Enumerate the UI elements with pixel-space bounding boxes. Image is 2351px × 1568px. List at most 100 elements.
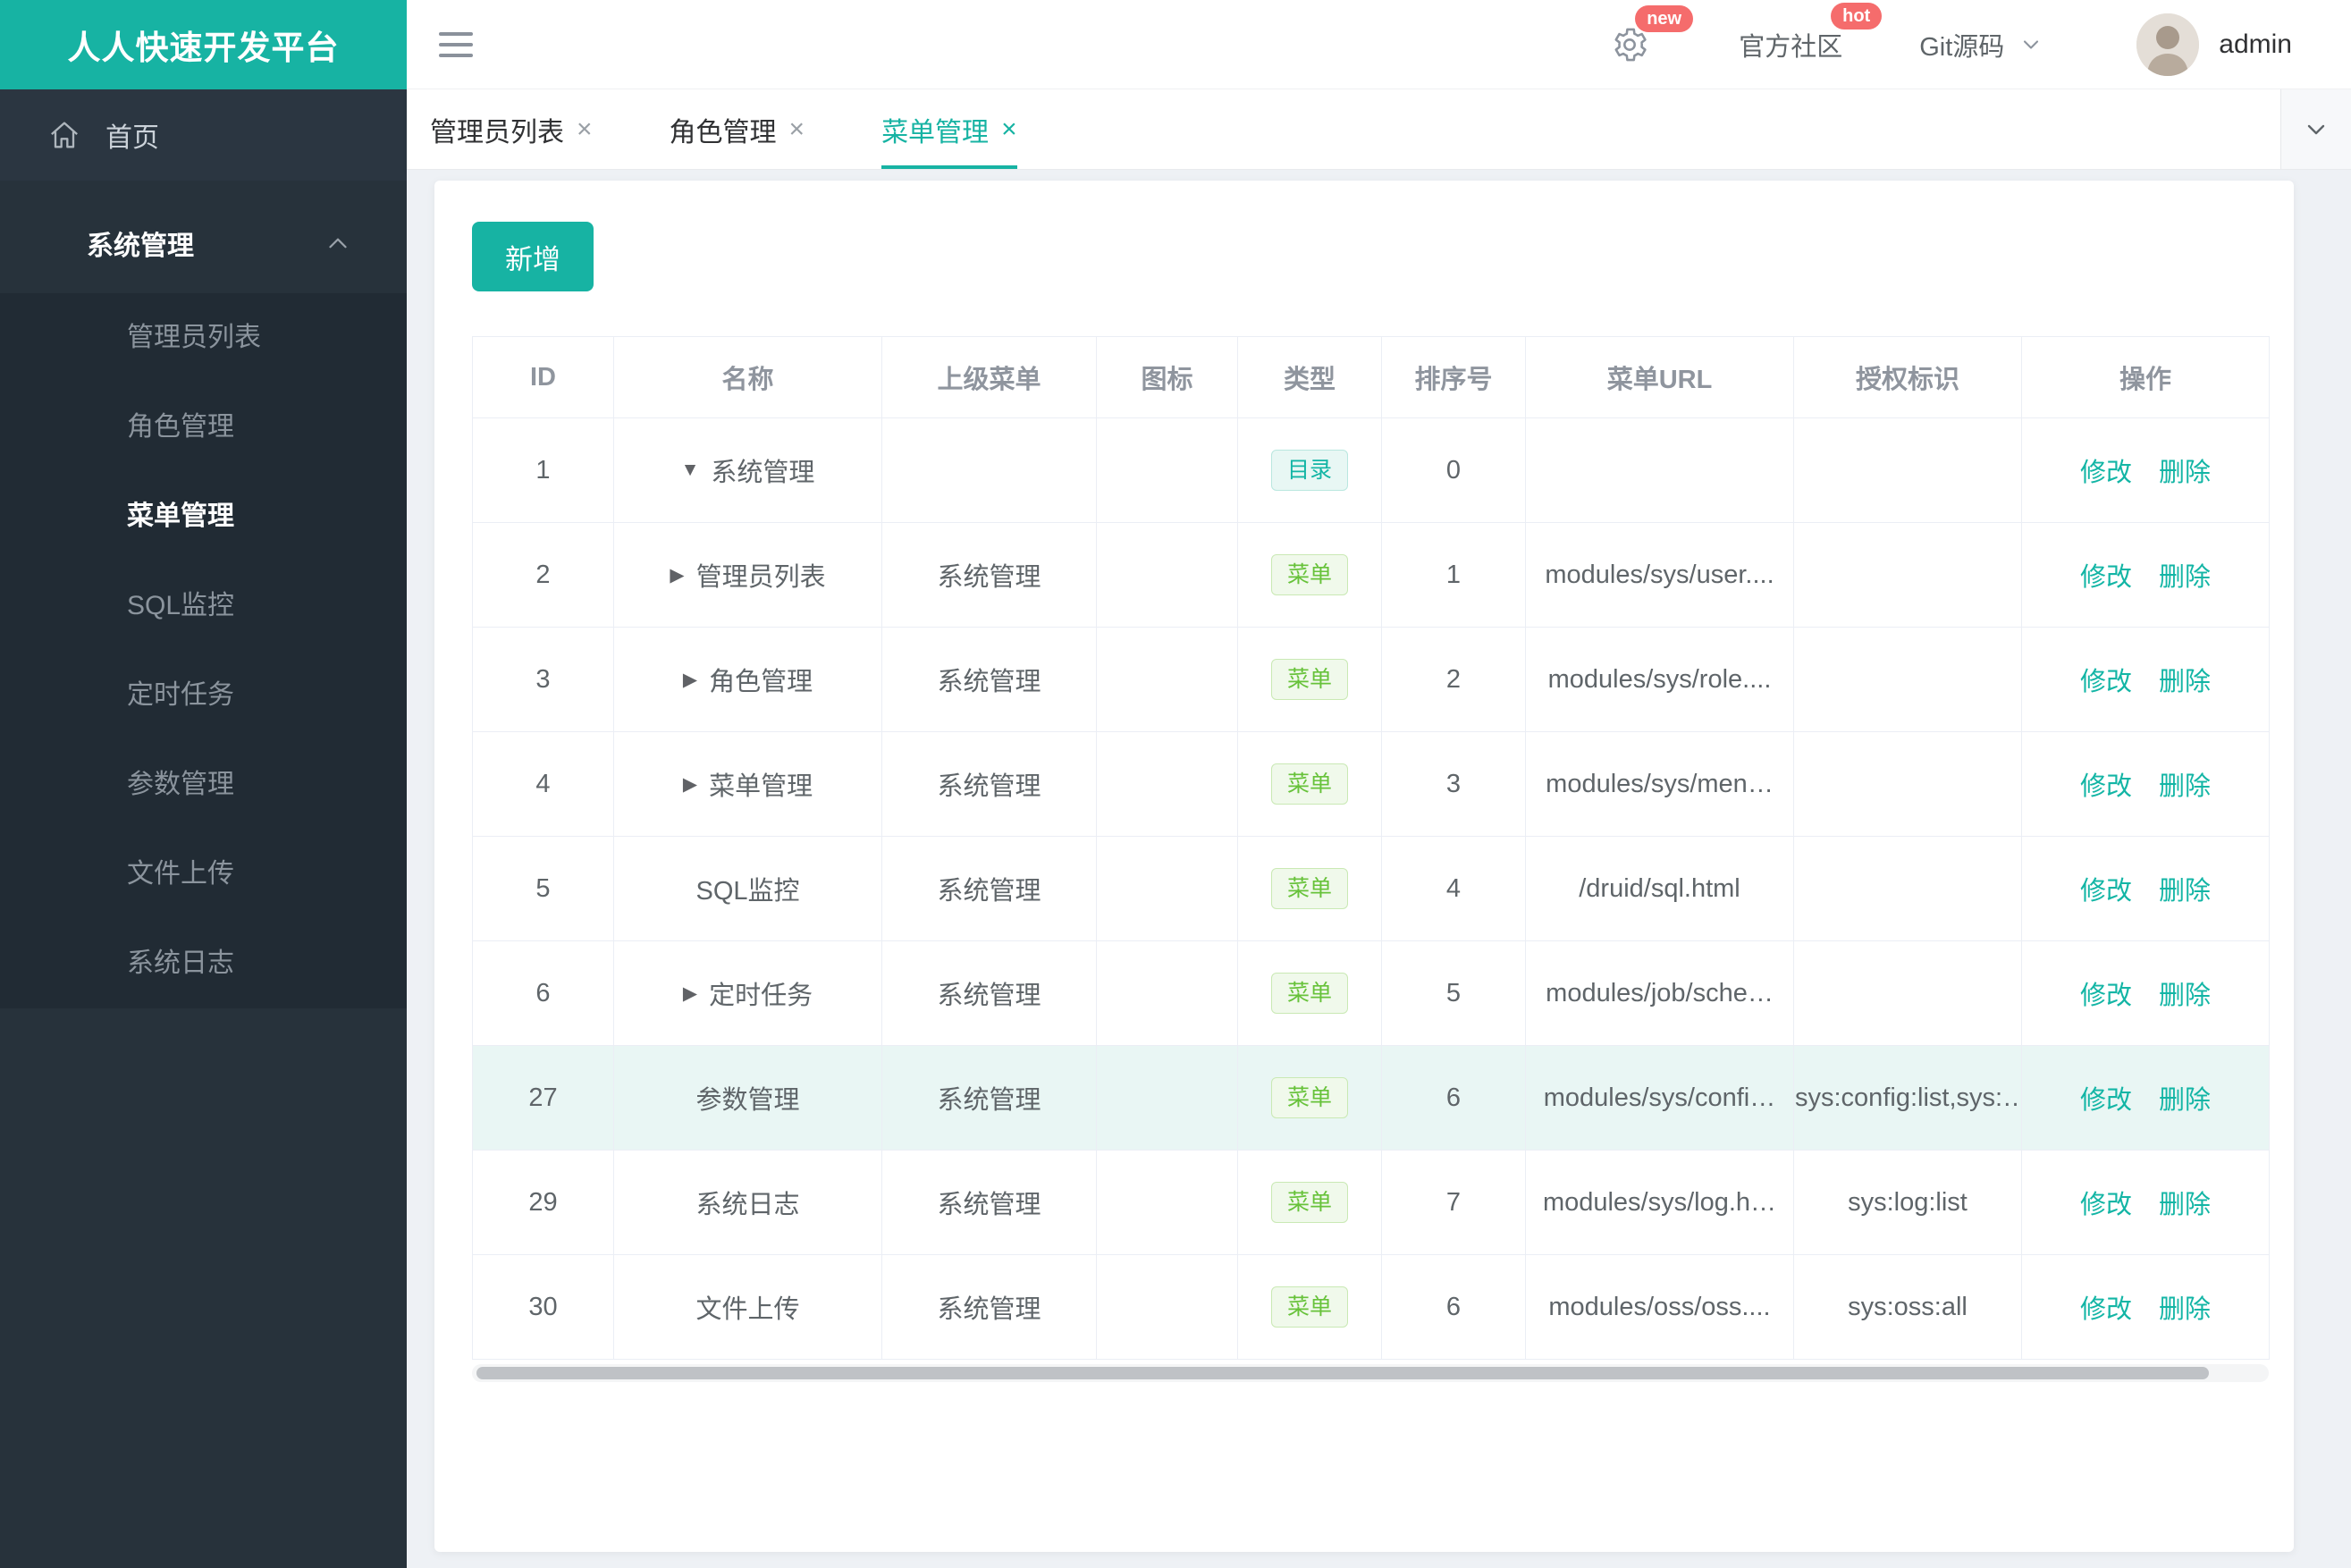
user-avatar[interactable] xyxy=(2136,13,2200,76)
column-header: 上级菜单 xyxy=(881,336,1097,418)
cell-order: 6 xyxy=(1381,1254,1526,1360)
username[interactable]: admin xyxy=(2219,30,2292,60)
delete-link[interactable]: 删除 xyxy=(2159,877,2211,906)
type-tag: 菜单 xyxy=(1270,554,1348,595)
cell-url: modules/job/sche… xyxy=(1525,940,1794,1046)
horizontal-scrollbar-thumb[interactable] xyxy=(476,1367,2209,1379)
topbar: new 官方社区 hot Git源码 admin xyxy=(407,0,2351,89)
chevron-down-icon xyxy=(2024,39,2039,49)
cell-parent: 系统管理 xyxy=(881,940,1097,1046)
sidebar-subitem[interactable]: 定时任务 xyxy=(0,651,407,740)
main-area: 新增 ID 名称 上级菜单 图标 类型 排序号 菜单URL 授权标识 操作 1 ▼ 系统管理 目录 0 修… xyxy=(407,170,2351,1568)
edit-link[interactable]: 修改 xyxy=(2080,877,2132,906)
sidebar-item-home[interactable]: 首页 xyxy=(0,89,407,181)
expand-arrow-icon[interactable]: ▶ xyxy=(683,669,697,691)
delete-link[interactable]: 删除 xyxy=(2159,1191,2211,1219)
cell-type: 菜单 xyxy=(1237,1254,1382,1360)
sidebar-subitem[interactable]: 系统日志 xyxy=(0,919,407,1008)
sidebar-subitem[interactable]: 文件上传 xyxy=(0,830,407,919)
sidebar-section-system[interactable]: 系统管理 xyxy=(0,193,407,293)
sidebar-subitem[interactable]: 角色管理 xyxy=(0,383,407,472)
community-link[interactable]: 官方社区 hot xyxy=(1739,2,1883,63)
edit-link[interactable]: 修改 xyxy=(2080,1086,2132,1115)
sidebar-subitem[interactable]: 管理员列表 xyxy=(0,293,407,383)
cell-url: modules/sys/confi… xyxy=(1525,1045,1794,1151)
edit-link[interactable]: 修改 xyxy=(2080,563,2132,592)
cell-id: 4 xyxy=(472,731,614,837)
table-row: 1 ▼ 系统管理 目录 0 修改 删除 xyxy=(472,417,2270,523)
cell-name: ▼ 系统管理 xyxy=(613,417,882,523)
menu-name: 管理员列表 xyxy=(695,563,826,592)
sidebar-subitem[interactable]: 参数管理 xyxy=(0,740,407,830)
cell-auth: sys:oss:all xyxy=(1793,1254,2022,1360)
cell-icon xyxy=(1096,1045,1238,1151)
table-row: 30 文件上传 系统管理 菜单 6 modules/oss/oss.... sys:oss:… xyxy=(472,1254,2270,1360)
tab[interactable]: 管理员列表 × xyxy=(430,89,593,169)
delete-link[interactable]: 删除 xyxy=(2159,772,2211,801)
cell-url xyxy=(1525,417,1794,523)
tab-label: 角色管理 xyxy=(669,117,777,148)
expand-arrow-icon[interactable]: ▶ xyxy=(683,982,697,1005)
cell-type: 菜单 xyxy=(1237,522,1382,628)
edit-link[interactable]: 修改 xyxy=(2080,1295,2132,1324)
cell-actions: 修改 删除 xyxy=(2021,836,2270,941)
delete-link[interactable]: 删除 xyxy=(2159,563,2211,592)
delete-link[interactable]: 删除 xyxy=(2159,982,2211,1010)
edit-link[interactable]: 修改 xyxy=(2080,459,2132,487)
cell-id: 1 xyxy=(472,417,614,523)
community-label: 官方社区 xyxy=(1739,32,1843,62)
column-header: 菜单URL xyxy=(1525,336,1794,418)
delete-link[interactable]: 删除 xyxy=(2159,1086,2211,1115)
cell-actions: 修改 删除 xyxy=(2021,417,2270,523)
tab-label: 菜单管理 xyxy=(881,117,990,148)
delete-link[interactable]: 删除 xyxy=(2159,459,2211,487)
cell-auth xyxy=(1793,940,2022,1046)
add-button[interactable]: 新增 xyxy=(472,222,594,291)
sidebar-subitem[interactable]: SQL监控 xyxy=(0,561,407,651)
menu-name: 角色管理 xyxy=(709,668,813,696)
expand-arrow-icon[interactable]: ▶ xyxy=(670,564,684,586)
chevron-up-icon xyxy=(329,238,347,249)
brand-logo: 人人快速开发平台 xyxy=(0,0,407,89)
cell-actions: 修改 删除 xyxy=(2021,1045,2270,1151)
table-row: 5 SQL监控 系统管理 菜单 4/druid/sql.html 修改 删除 xyxy=(472,836,2270,941)
table-row: 27 参数管理 系统管理 菜单 6 modules/sys/confi… sys:confi… xyxy=(472,1045,2270,1151)
horizontal-scrollbar-track xyxy=(472,1364,2269,1382)
table-row: 2 ▶ 管理员列表 系统管理 菜单 1 modules/sys/user.... 修改 删除 xyxy=(472,522,2270,628)
git-source-link[interactable]: Git源码 xyxy=(1919,26,2043,63)
tabs-collapse-button[interactable] xyxy=(2280,89,2351,169)
cell-parent: 系统管理 xyxy=(881,836,1097,941)
menu-table: ID 名称 上级菜单 图标 类型 排序号 菜单URL 授权标识 操作 1 ▼ 系统管理 目录 0 修改 删除… xyxy=(472,336,2270,1360)
cell-name: SQL监控 xyxy=(613,836,882,941)
cell-name: 参数管理 xyxy=(613,1045,882,1151)
tab-close-icon[interactable]: × xyxy=(577,115,593,143)
delete-link[interactable]: 删除 xyxy=(2159,1295,2211,1324)
cell-auth xyxy=(1793,627,2022,732)
edit-link[interactable]: 修改 xyxy=(2080,772,2132,801)
sidebar-subitem[interactable]: 菜单管理 xyxy=(0,472,407,561)
tab[interactable]: 菜单管理 × xyxy=(881,89,1017,169)
edit-link[interactable]: 修改 xyxy=(2080,668,2132,696)
cell-actions: 修改 删除 xyxy=(2021,1150,2270,1255)
cell-auth xyxy=(1793,417,2022,523)
column-header: 授权标识 xyxy=(1793,336,2022,418)
tab-close-icon[interactable]: × xyxy=(1001,115,1017,143)
cell-actions: 修改 删除 xyxy=(2021,522,2270,628)
tab-close-icon[interactable]: × xyxy=(789,115,805,143)
settings-button[interactable]: new xyxy=(1610,4,1694,64)
edit-link[interactable]: 修改 xyxy=(2080,982,2132,1010)
edit-link[interactable]: 修改 xyxy=(2080,1191,2132,1219)
expand-arrow-icon[interactable]: ▶ xyxy=(683,773,697,796)
cell-icon xyxy=(1096,522,1238,628)
menu-toggle-icon[interactable] xyxy=(439,25,473,64)
cell-parent xyxy=(881,417,1097,523)
cell-order: 5 xyxy=(1381,940,1526,1046)
delete-link[interactable]: 删除 xyxy=(2159,668,2211,696)
cell-id: 29 xyxy=(472,1150,614,1255)
cell-id: 27 xyxy=(472,1045,614,1151)
tab[interactable]: 角色管理 × xyxy=(670,89,805,169)
column-header: 图标 xyxy=(1096,336,1238,418)
column-header: 排序号 xyxy=(1381,336,1526,418)
collapse-arrow-icon[interactable]: ▼ xyxy=(681,459,700,481)
cell-id: 3 xyxy=(472,627,614,732)
